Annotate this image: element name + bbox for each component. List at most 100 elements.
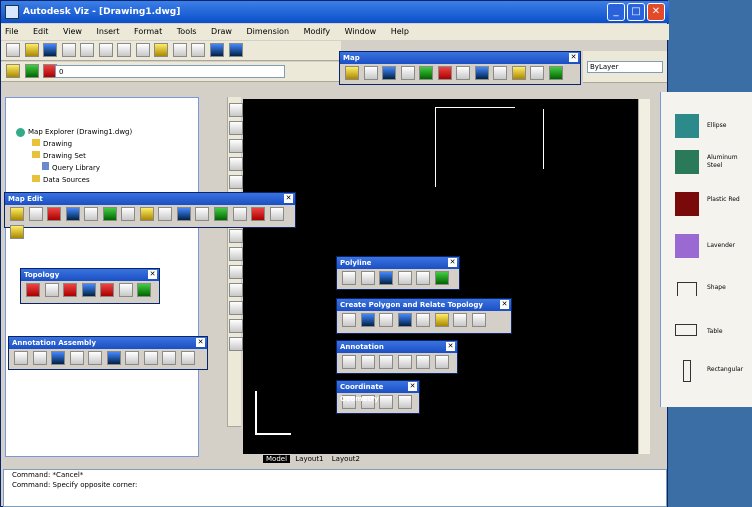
mtext-icon[interactable] xyxy=(229,337,243,351)
layer-icon[interactable] xyxy=(6,64,20,78)
command-line[interactable]: Command: *Cancel* Command: Specify oppos… xyxy=(3,469,667,507)
new-icon[interactable] xyxy=(6,43,20,57)
swatch-4[interactable] xyxy=(675,234,699,258)
annotation-icon-8[interactable] xyxy=(143,351,158,365)
anno-icon-6[interactable] xyxy=(434,355,449,369)
mapedit-icon-4[interactable] xyxy=(65,207,80,221)
map-icon-6[interactable] xyxy=(437,66,452,80)
cogo-icon-3[interactable] xyxy=(379,395,394,409)
annotation-icon-10[interactable] xyxy=(180,351,195,365)
save-icon[interactable] xyxy=(43,43,58,57)
table-icon[interactable] xyxy=(675,324,697,336)
menu-item-window[interactable]: Window xyxy=(345,27,377,36)
topology-icon-5[interactable] xyxy=(100,283,115,297)
poly-topo-icon-7[interactable] xyxy=(453,313,468,327)
poly-topo-icon-6[interactable] xyxy=(434,313,449,327)
tree-root[interactable]: Map Explorer (Drawing1.dwg) xyxy=(16,126,132,138)
map-edit-close[interactable]: ✕ xyxy=(284,194,293,203)
anno-icon-3[interactable] xyxy=(379,355,394,369)
rectangle-icon[interactable] xyxy=(229,175,243,189)
mapedit-icon-10[interactable] xyxy=(176,207,191,221)
mapedit-icon-6[interactable] xyxy=(102,207,117,221)
poly-topo-icon-1[interactable] xyxy=(342,313,356,327)
poly-topo-icon-2[interactable] xyxy=(360,313,375,327)
cut-icon[interactable] xyxy=(98,43,113,57)
line-icon[interactable] xyxy=(229,103,243,117)
open-icon[interactable] xyxy=(24,43,39,57)
match-properties-icon[interactable] xyxy=(154,43,169,57)
print-icon[interactable] xyxy=(61,43,76,57)
map-icon-8[interactable] xyxy=(474,66,489,80)
tree-item-data-sources[interactable]: Data Sources xyxy=(32,174,90,186)
map-icon-2[interactable] xyxy=(363,66,378,80)
polyline-icon-3[interactable] xyxy=(379,271,394,285)
topology-close[interactable]: ✕ xyxy=(148,270,157,279)
annotation-icon-6[interactable] xyxy=(106,351,121,365)
menu-item-draw[interactable]: Draw xyxy=(211,27,232,36)
zoom-icon[interactable] xyxy=(228,43,243,57)
layer-combo[interactable]: 0 xyxy=(55,65,285,78)
mapedit-icon-13[interactable] xyxy=(232,207,247,221)
swatch-2[interactable] xyxy=(675,150,699,174)
topology-icon-4[interactable] xyxy=(81,283,96,297)
point-icon[interactable] xyxy=(229,283,243,297)
tab-layout1[interactable]: Layout1 xyxy=(292,455,326,463)
mapedit-icon-16[interactable] xyxy=(10,225,24,239)
topology-icon-3[interactable] xyxy=(63,283,78,297)
ellipse-icon[interactable] xyxy=(229,247,243,261)
mapedit-icon-1[interactable] xyxy=(10,207,24,221)
poly-topo-icon-5[interactable] xyxy=(416,313,431,327)
swatch-1[interactable] xyxy=(675,114,699,138)
tree-item-drawing-set[interactable]: Drawing Set xyxy=(32,150,86,162)
mapedit-icon-14[interactable] xyxy=(251,207,266,221)
insert-block-icon[interactable] xyxy=(229,265,243,279)
region-icon[interactable] xyxy=(229,319,243,333)
copy-icon[interactable] xyxy=(117,43,132,57)
mapedit-icon-3[interactable] xyxy=(47,207,62,221)
mapedit-icon-5[interactable] xyxy=(84,207,99,221)
anno-icon-2[interactable] xyxy=(360,355,375,369)
mapedit-icon-12[interactable] xyxy=(214,207,229,221)
topology-icon-6[interactable] xyxy=(118,283,133,297)
topology-icon-2[interactable] xyxy=(44,283,59,297)
rectangular-icon[interactable] xyxy=(683,360,691,382)
map-icon-1[interactable] xyxy=(345,66,359,80)
pan-icon[interactable] xyxy=(210,43,225,57)
menu-item-file[interactable]: File xyxy=(5,27,18,36)
annotation-icon-7[interactable] xyxy=(125,351,140,365)
title-bar[interactable]: Autodesk Viz - [Drawing1.dwg] xyxy=(1,1,669,23)
linetype-combo[interactable]: ByLayer xyxy=(587,61,663,73)
map-icon-11[interactable] xyxy=(530,66,545,80)
layer-state-icon[interactable] xyxy=(24,64,39,78)
menu-item-tools[interactable]: Tools xyxy=(177,27,197,36)
map-icon-10[interactable] xyxy=(511,66,526,80)
anno-icon-5[interactable] xyxy=(416,355,431,369)
annotation-icon-5[interactable] xyxy=(88,351,103,365)
menu-item-modify[interactable]: Modify xyxy=(304,27,331,36)
polyline-close[interactable]: ✕ xyxy=(448,258,457,267)
tab-layout2[interactable]: Layout2 xyxy=(329,455,363,463)
annotation-icon-3[interactable] xyxy=(51,351,66,365)
mapedit-icon-8[interactable] xyxy=(139,207,154,221)
polyline-icon-4[interactable] xyxy=(397,271,412,285)
polyline-icon[interactable] xyxy=(229,139,243,153)
maximize-button[interactable]: □ xyxy=(627,3,645,21)
anno-icon-1[interactable] xyxy=(342,355,356,369)
mapedit-icon-2[interactable] xyxy=(28,207,43,221)
annotation-icon-2[interactable] xyxy=(32,351,47,365)
map-icon-4[interactable] xyxy=(400,66,415,80)
topology-icon-1[interactable] xyxy=(26,283,40,297)
close-button[interactable]: ✕ xyxy=(647,3,665,21)
xline-icon[interactable] xyxy=(229,121,243,135)
polyline-icon-1[interactable] xyxy=(342,271,356,285)
menu-item-dimension[interactable]: Dimension xyxy=(246,27,289,36)
annotation-icon-1[interactable] xyxy=(14,351,28,365)
mapedit-icon-9[interactable] xyxy=(158,207,173,221)
polygon-topology-close[interactable]: ✕ xyxy=(500,300,509,309)
map-icon-3[interactable] xyxy=(382,66,397,80)
redo-icon[interactable] xyxy=(191,43,206,57)
map-icon-12[interactable] xyxy=(549,66,564,80)
polyline-icon-5[interactable] xyxy=(416,271,431,285)
poly-topo-icon-4[interactable] xyxy=(397,313,412,327)
tree-item-query-library[interactable]: Query Library xyxy=(42,162,100,174)
